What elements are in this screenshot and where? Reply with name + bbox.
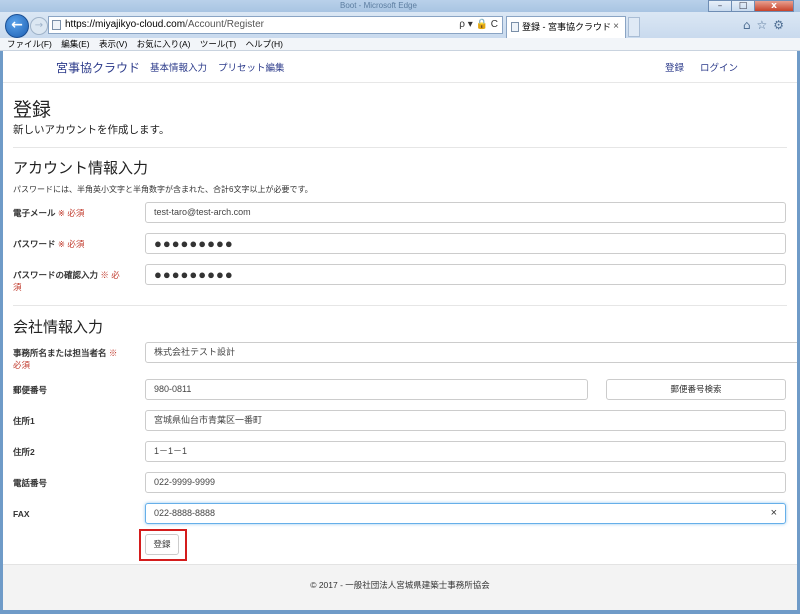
tab-close-icon[interactable]: ×	[613, 17, 619, 37]
browser-window: Boot - Microsoft Edge – □ x ← → https://…	[0, 0, 800, 614]
password-confirm-label: パスワードの確認入力 ※ 必須	[13, 269, 125, 293]
password-field[interactable]: ●●●●●●●●●	[145, 233, 786, 254]
password-confirm-field[interactable]: ●●●●●●●●●	[145, 264, 786, 285]
site-navbar: 宮事協クラウド 基本情報入力 プリセット編集 登録 ログイン	[3, 51, 797, 83]
window-title: Boot - Microsoft Edge	[340, 1, 417, 10]
nav-login[interactable]: ログイン	[700, 60, 738, 74]
menu-favorites[interactable]: お気に入り(A)	[137, 39, 191, 49]
footer-copyright: © 2017 - 一般社団法人宮城県建築士事務所協会	[310, 580, 490, 590]
account-heading: アカウント情報入力	[13, 160, 149, 177]
tab-page-icon	[511, 22, 519, 32]
divider	[13, 147, 787, 148]
email-label-text: 電子メール	[13, 208, 56, 218]
page-title: 登録	[13, 100, 52, 121]
fax-label: FAX	[13, 509, 30, 519]
company-name-label: 事務所名または担当者名 ※ 必須	[13, 347, 125, 371]
zip-label: 郵便番号	[13, 385, 48, 395]
title-bar: Boot - Microsoft Edge – □ x	[0, 0, 800, 12]
nav-register[interactable]: 登録	[665, 60, 684, 74]
web-page: 宮事協クラウド 基本情報入力 プリセット編集 登録 ログイン 登録 新しいアカウ…	[3, 51, 797, 610]
zip-field[interactable]: 980-0811	[145, 379, 588, 400]
minimize-button[interactable]: –	[708, 0, 732, 12]
address1-field[interactable]: 宮城県仙台市青葉区一番町	[145, 410, 786, 431]
forward-icon[interactable]: →	[30, 17, 48, 35]
close-window-button[interactable]: x	[754, 0, 794, 12]
menu-bar: ファイル(F) 編集(E) 表示(V) お気に入り(A) ツール(T) ヘルプ(…	[0, 38, 800, 51]
required-mark: ※ 必須	[57, 208, 85, 218]
fax-field[interactable]: 022-8888-8888 ×	[145, 503, 786, 524]
nav-basic-info[interactable]: 基本情報入力	[150, 60, 207, 74]
address-bar[interactable]: https://miyajikyo-cloud.com/Account/Regi…	[48, 16, 503, 34]
address-controls[interactable]: ρ ▾ 🔒 C	[459, 17, 498, 33]
clear-icon[interactable]: ×	[771, 504, 777, 523]
company-heading: 会社情報入力	[13, 319, 104, 336]
password-label: パスワード ※ 必須	[13, 238, 131, 250]
address2-field[interactable]: 1－1－1	[145, 441, 786, 462]
tel-label: 電話番号	[13, 478, 48, 488]
menu-edit[interactable]: 編集(E)	[61, 39, 89, 49]
password-hint: パスワードには、半角英小文字と半角数字が含まれた、合計6文字以上が必要です。	[13, 185, 313, 194]
company-name-label-text: 事務所名または担当者名	[13, 348, 107, 358]
tab-title: 登録 - 宮事協クラウド	[522, 22, 611, 32]
browser-toolbar: ← → https://miyajikyo-cloud.com/Account/…	[0, 12, 800, 38]
browser-tab[interactable]: 登録 - 宮事協クラウド ×	[506, 16, 626, 38]
site-brand[interactable]: 宮事協クラウド	[56, 59, 140, 76]
email-label: 電子メール ※ 必須	[13, 207, 131, 219]
address-url: https://miyajikyo-cloud.com/Account/Regi…	[65, 17, 264, 33]
menu-view[interactable]: 表示(V)	[99, 39, 127, 49]
address1-label: 住所1	[13, 416, 35, 426]
email-field[interactable]: test-taro@test-arch.com	[145, 202, 786, 223]
register-submit-button[interactable]: 登録	[145, 534, 179, 555]
page-subtitle: 新しいアカウントを作成します。	[13, 124, 170, 136]
maximize-button[interactable]: □	[731, 0, 755, 12]
zip-search-button[interactable]: 郵便番号検索	[606, 379, 786, 400]
nav-preset-edit[interactable]: プリセット編集	[218, 60, 285, 74]
toolbar-icons[interactable]: ⌂☆⚙	[743, 18, 790, 32]
company-name-field[interactable]: 株式会社テスト設計	[145, 342, 797, 363]
menu-tools[interactable]: ツール(T)	[200, 39, 236, 49]
menu-file[interactable]: ファイル(F)	[7, 39, 52, 49]
password-label-text: パスワード	[13, 239, 56, 249]
divider	[13, 305, 787, 306]
back-icon[interactable]: ←	[5, 14, 29, 38]
menu-help[interactable]: ヘルプ(H)	[246, 39, 283, 49]
url-path: /Account/Register	[185, 19, 264, 30]
window-controls: – □ x	[708, 0, 794, 12]
page-footer: © 2017 - 一般社団法人宮城県建築士事務所協会	[3, 564, 797, 610]
address2-label: 住所2	[13, 447, 35, 457]
page-icon	[52, 20, 61, 30]
confirm-label-text: パスワードの確認入力	[13, 270, 99, 280]
fax-value: 022-8888-8888	[154, 508, 216, 518]
tel-field[interactable]: 022-9999-9999	[145, 472, 786, 493]
required-mark: ※ 必須	[57, 239, 85, 249]
url-host: https://miyajikyo-cloud.com	[65, 19, 186, 30]
new-tab-button[interactable]	[628, 17, 640, 37]
